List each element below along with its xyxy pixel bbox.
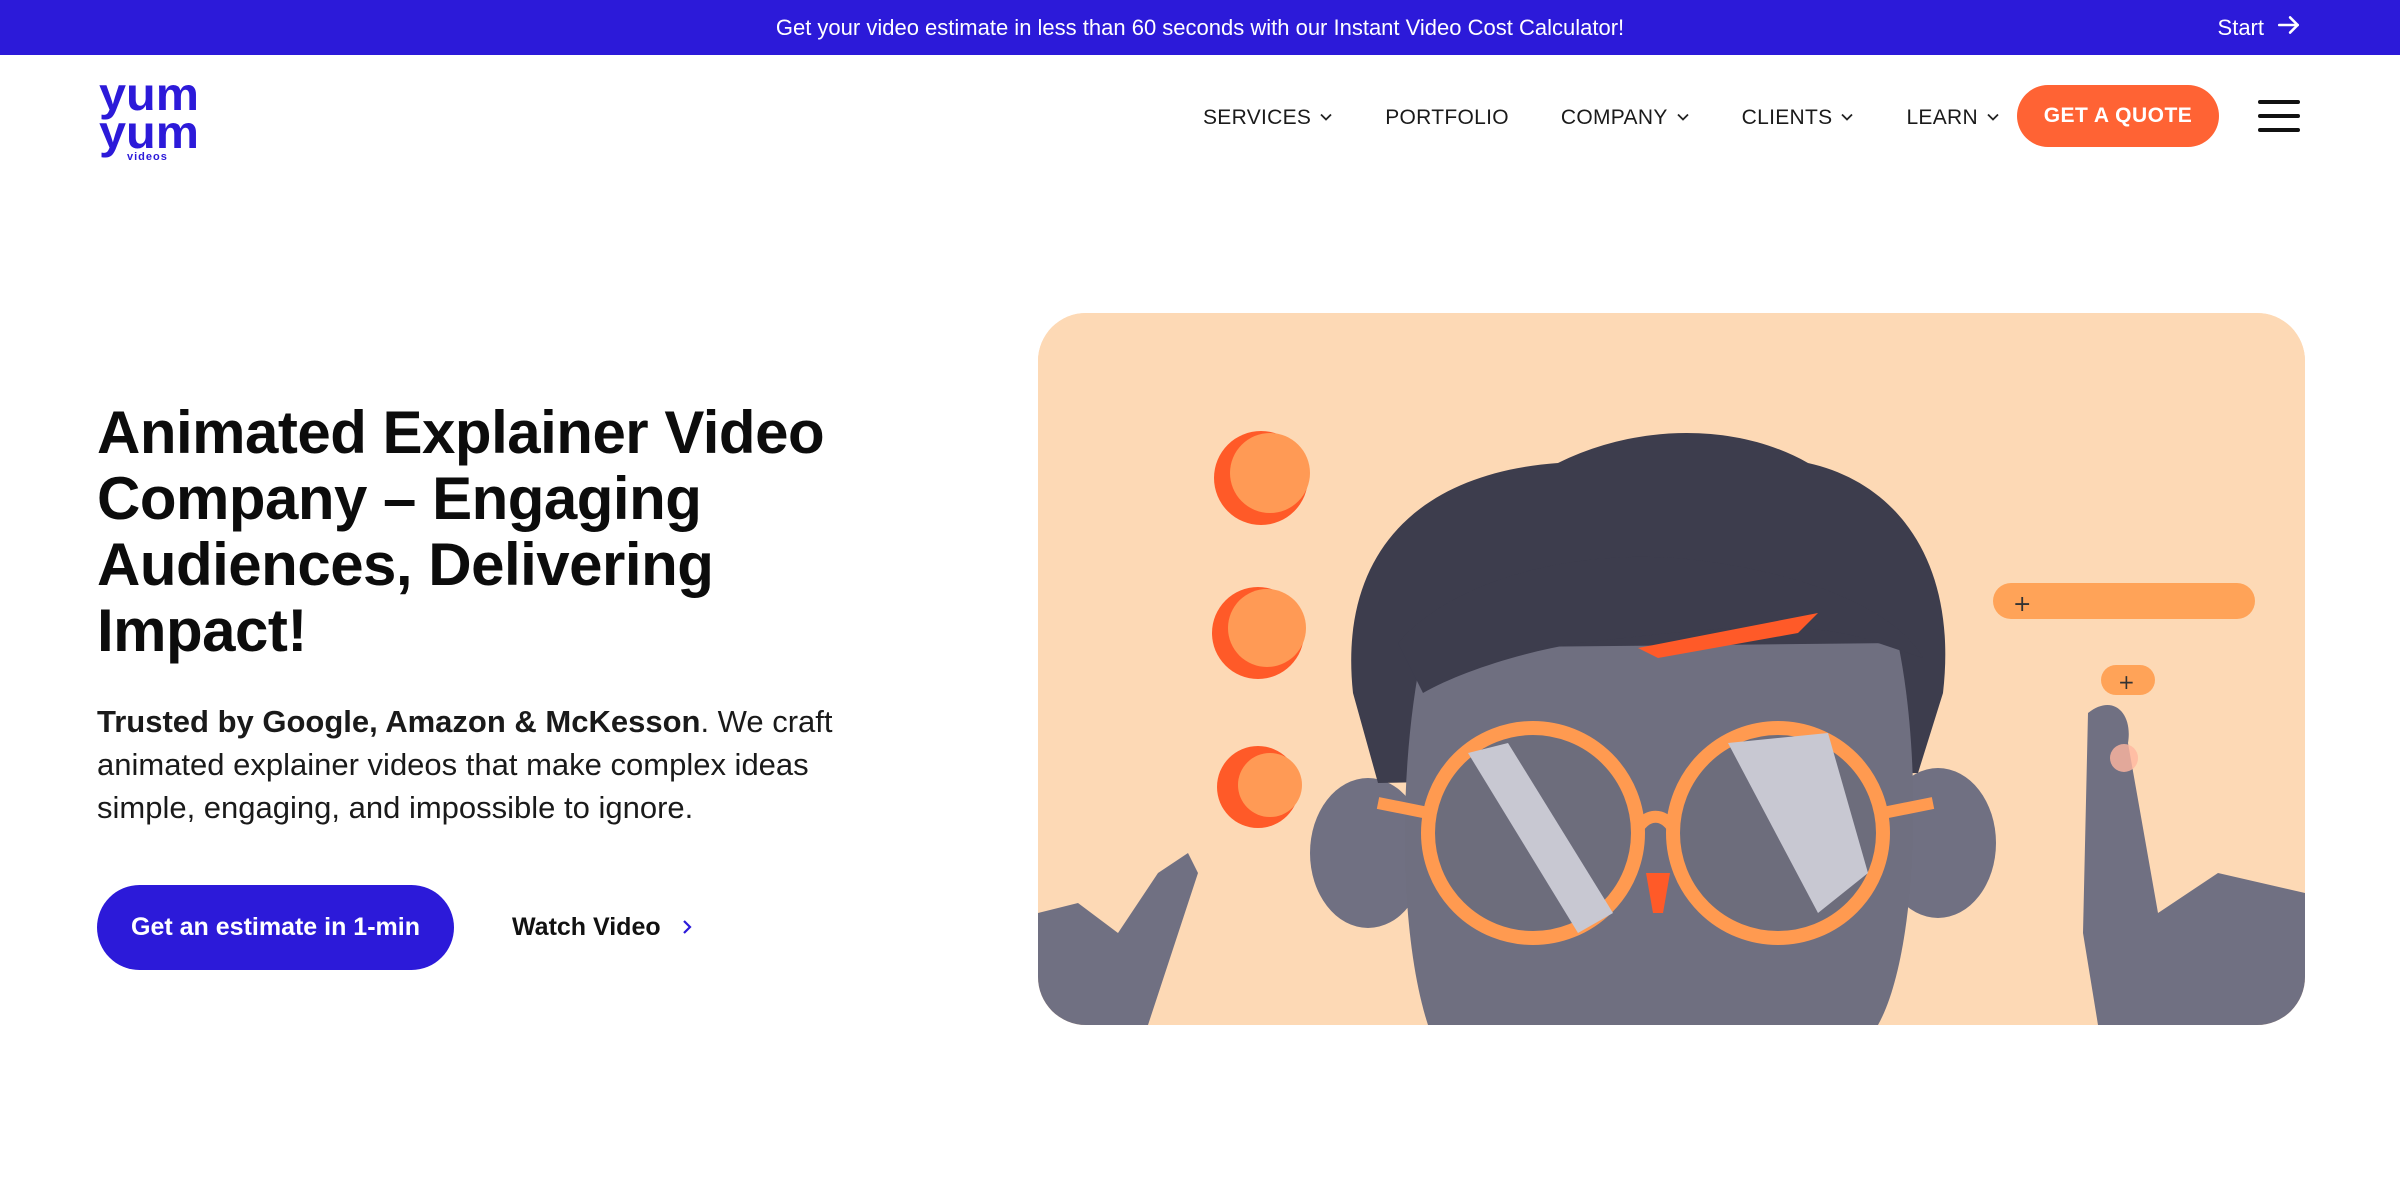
arrow-right-icon (2276, 12, 2302, 44)
main-nav: SERVICES PORTFOLIO COMPANY CLIENTS LEARN (1203, 55, 2052, 180)
nav-label: SERVICES (1203, 105, 1312, 129)
nav-item-learn[interactable]: LEARN (1906, 106, 2000, 130)
chevron-down-icon (1676, 106, 1690, 130)
site-header: yum yum videos SERVICES PORTFOLIO COMPAN… (0, 55, 2400, 180)
svg-text:+: + (2013, 592, 2031, 617)
start-label: Start (2217, 14, 2264, 40)
hero-illustration[interactable]: + + (1038, 313, 2305, 1025)
nav-item-portfolio[interactable]: PORTFOLIO (1385, 106, 1509, 130)
yumyum-logo[interactable]: yum yum videos (97, 68, 203, 163)
nav-item-clients[interactable]: CLIENTS (1742, 106, 1855, 130)
chevron-right-icon (679, 913, 695, 942)
nav-label: LEARN (1906, 105, 1978, 129)
hero-content: Animated Explainer Video Company – Engag… (97, 400, 857, 829)
nav-item-company[interactable]: COMPANY (1561, 106, 1690, 130)
announcement-start-link[interactable]: Start (2218, 0, 2302, 55)
watch-video-link[interactable]: Watch Video (512, 913, 695, 942)
chevron-down-icon (1840, 106, 1854, 130)
nav-label: CLIENTS (1741, 105, 1833, 129)
nav-label: PORTFOLIO (1385, 105, 1509, 129)
chevron-down-icon (1986, 106, 2000, 130)
watch-video-label: Watch Video (512, 913, 661, 941)
get-estimate-button[interactable]: Get an estimate in 1-min (97, 885, 454, 970)
svg-text:+: + (2118, 670, 2135, 694)
hero-description: Trusted by Google, Amazon & McKesson. We… (97, 700, 857, 829)
announcement-text[interactable]: Get your video estimate in less than 60 … (776, 15, 1624, 41)
character-illustration: + + (1038, 313, 2305, 1025)
chevron-down-icon (1319, 106, 1333, 130)
announcement-bar[interactable]: Get your video estimate in less than 60 … (0, 0, 2400, 55)
logo-line-3: videos (127, 151, 168, 160)
hero-trusted-by: Trusted by Google, Amazon & McKesson (97, 704, 701, 739)
get-a-quote-button[interactable]: GET A QUOTE (2017, 85, 2219, 147)
hamburger-menu-icon[interactable] (2258, 100, 2300, 132)
nav-item-services[interactable]: SERVICES (1203, 106, 1333, 130)
nav-label: COMPANY (1560, 105, 1668, 129)
hero-cta-row: Get an estimate in 1-min Watch Video (97, 885, 695, 970)
hero-title: Animated Explainer Video Company – Engag… (97, 399, 825, 664)
